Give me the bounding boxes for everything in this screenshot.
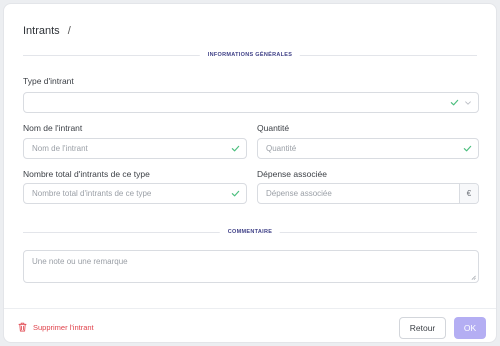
page-title: Intrants / (23, 25, 71, 37)
total-input[interactable]: Nombre total d'intrants de ce type (23, 183, 247, 204)
resize-handle-icon[interactable] (471, 275, 476, 280)
expense-input[interactable]: Dépense associée € (257, 183, 479, 204)
total-label: Nombre total d'intrants de ce type (23, 169, 150, 179)
check-icon (231, 190, 240, 197)
section-general-label: INFORMATIONS GÉNÉRALES (199, 50, 301, 60)
page-title-text: Intrants (23, 25, 60, 37)
footer-divider (4, 308, 496, 309)
form-card: Intrants / INFORMATIONS GÉNÉRALES Type d… (3, 3, 497, 343)
check-icon (231, 145, 240, 152)
delete-label: Supprimer l'intrant (33, 322, 94, 332)
breadcrumb-separator: / (67, 25, 71, 37)
expense-placeholder: Dépense associée (266, 189, 332, 198)
delete-input-button[interactable]: Supprimer l'intrant (18, 322, 94, 332)
quantity-placeholder: Quantité (266, 144, 297, 153)
comment-textarea[interactable]: Une note ou une remarque (23, 250, 479, 283)
quantity-label: Quantité (257, 123, 290, 133)
trash-icon (18, 322, 27, 332)
section-comment-label: COMMENTAIRE (219, 227, 281, 237)
expense-label: Dépense associée (257, 169, 327, 179)
quantity-input[interactable]: Quantité (257, 138, 479, 159)
section-general-divider: INFORMATIONS GÉNÉRALES (23, 50, 477, 60)
total-placeholder: Nombre total d'intrants de ce type (32, 189, 152, 198)
type-label: Type d'intrant (23, 76, 74, 86)
check-icon (450, 99, 459, 106)
name-input[interactable]: Nom de l'intrant (23, 138, 247, 159)
check-icon (463, 145, 472, 152)
currency-addon: € (459, 184, 478, 203)
type-select[interactable] (23, 92, 479, 113)
back-button[interactable]: Retour (399, 317, 446, 339)
name-placeholder: Nom de l'intrant (32, 144, 88, 153)
section-comment-divider: COMMENTAIRE (23, 227, 477, 237)
comment-placeholder: Une note ou une remarque (32, 257, 128, 266)
chevron-down-icon (465, 101, 471, 105)
ok-button[interactable]: OK (454, 317, 486, 339)
name-label: Nom de l'intrant (23, 123, 83, 133)
